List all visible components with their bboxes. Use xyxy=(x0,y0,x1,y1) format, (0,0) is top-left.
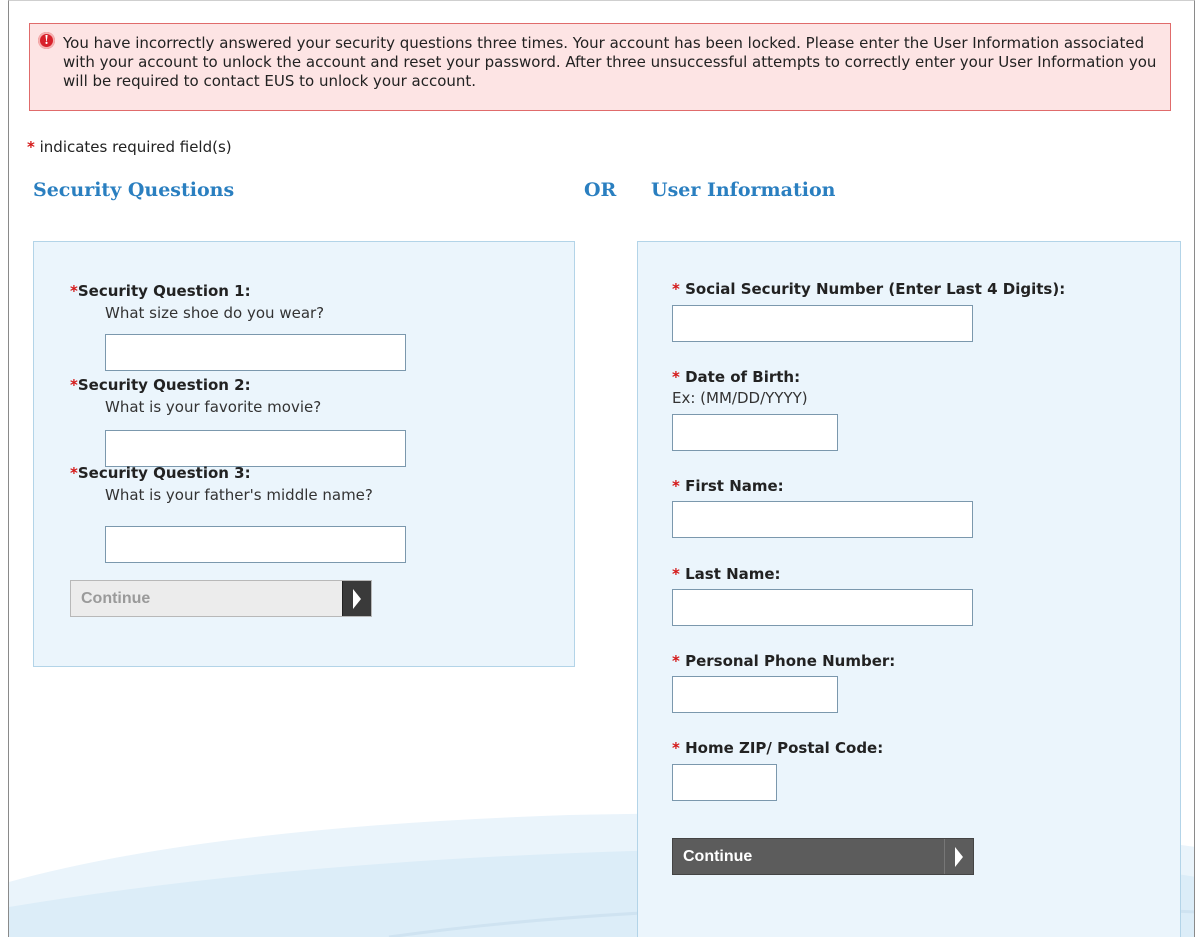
first-name-input[interactable] xyxy=(672,501,973,538)
security-answer-1-input[interactable] xyxy=(105,334,406,371)
security-question-2-text: What is your favorite movie? xyxy=(105,398,322,416)
security-answer-2-input[interactable] xyxy=(105,430,406,467)
first-name-label: * First Name: xyxy=(672,477,784,495)
page-frame: ! You have incorrectly answered your sec… xyxy=(8,0,1195,937)
last-name-label: * Last Name: xyxy=(672,565,781,583)
security-questions-panel: *Security Question 1: What size shoe do … xyxy=(33,241,575,667)
security-answer-3-input[interactable] xyxy=(105,526,406,563)
account-locked-alert: ! You have incorrectly answered your sec… xyxy=(29,23,1171,111)
user-info-continue-label: Continue xyxy=(683,848,753,865)
security-question-1-label: *Security Question 1: xyxy=(70,282,251,300)
user-information-panel: * Social Security Number (Enter Last 4 D… xyxy=(637,241,1181,937)
chevron-right-icon xyxy=(944,839,973,874)
security-question-3-text: What is your father's middle name? xyxy=(105,486,373,504)
chevron-right-icon xyxy=(342,581,371,616)
phone-label: * Personal Phone Number: xyxy=(672,652,896,670)
security-question-1-text: What size shoe do you wear? xyxy=(105,304,325,322)
ssn-label: * Social Security Number (Enter Last 4 D… xyxy=(672,280,1066,298)
last-name-input[interactable] xyxy=(672,589,973,626)
security-continue-button[interactable]: Continue xyxy=(70,580,372,617)
zip-label: * Home ZIP/ Postal Code: xyxy=(672,739,884,757)
required-asterisk: * xyxy=(27,138,35,156)
alert-message: You have incorrectly answered your secur… xyxy=(63,34,1157,90)
user-information-heading: User Information xyxy=(651,179,836,201)
security-questions-heading: Security Questions xyxy=(33,179,235,201)
dob-input[interactable] xyxy=(672,414,838,451)
security-question-2-label: *Security Question 2: xyxy=(70,376,251,394)
error-info-icon: ! xyxy=(38,32,55,49)
dob-label: * Date of Birth: xyxy=(672,368,801,386)
required-fields-note: * indicates required field(s) xyxy=(27,138,232,156)
security-question-3-label: *Security Question 3: xyxy=(70,464,251,482)
or-divider-label: OR xyxy=(584,179,617,201)
zip-input[interactable] xyxy=(672,764,777,801)
user-info-continue-button[interactable]: Continue xyxy=(672,838,974,875)
required-note-text: indicates required field(s) xyxy=(34,138,232,156)
ssn-last4-input[interactable] xyxy=(672,305,973,342)
dob-format-hint: Ex: (MM/DD/YYYY) xyxy=(672,389,808,407)
security-continue-label: Continue xyxy=(81,590,151,607)
phone-input[interactable] xyxy=(672,676,838,713)
